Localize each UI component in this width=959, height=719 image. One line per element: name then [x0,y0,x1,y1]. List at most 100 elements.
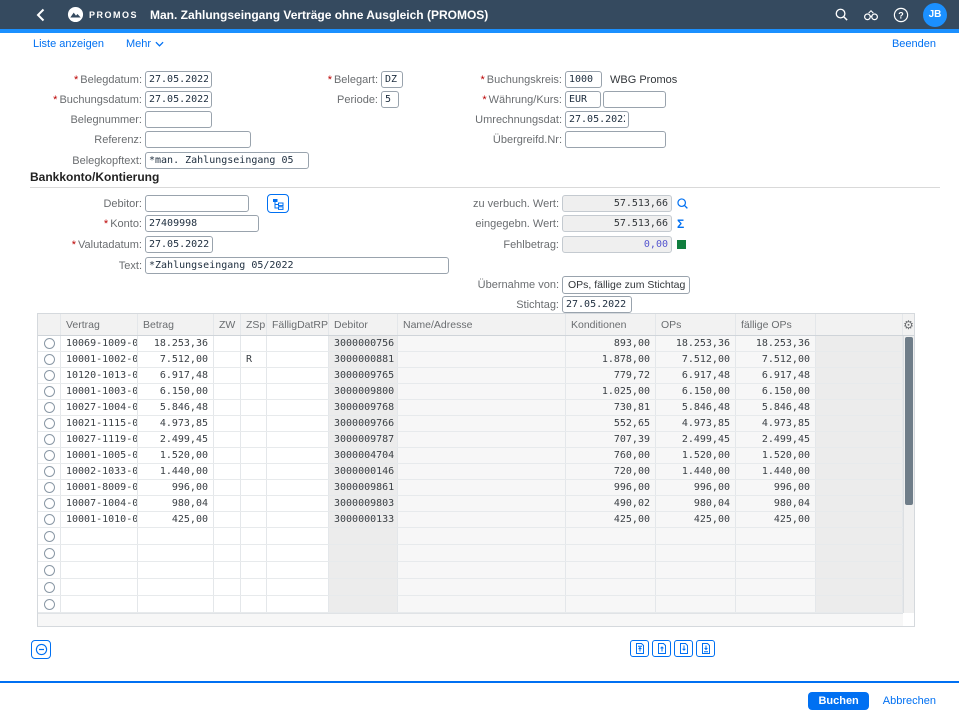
column-header-zw[interactable]: ZW [214,314,241,335]
account-assignment-button[interactable] [267,194,289,213]
search-icon[interactable] [834,7,849,22]
table-row[interactable] [38,596,903,613]
row-select-radio[interactable] [44,582,55,593]
page-up-button[interactable] [652,640,671,657]
liste-anzeigen-button[interactable]: Liste anzeigen [33,38,104,50]
table-row[interactable] [38,579,903,596]
cell-faellig [267,336,329,351]
row-select-radio[interactable] [44,418,55,429]
last-page-button[interactable] [696,640,715,657]
kurs-input[interactable] [603,91,666,108]
table-row[interactable]: 10002-1033-021.440,003000000146720,001.4… [38,464,903,480]
cell-faellige_ops [736,545,816,561]
page-first-icon [634,642,646,655]
row-select-radio[interactable] [44,531,55,542]
column-header-name-adresse[interactable]: Name/Adresse [398,314,566,335]
row-select-radio[interactable] [44,548,55,559]
table-row[interactable] [38,562,903,579]
text-input[interactable] [145,257,449,274]
row-select-radio[interactable] [44,466,55,477]
row-select-radio[interactable] [44,498,55,509]
remove-row-button[interactable] [31,640,51,659]
vertical-scrollbar[interactable] [903,336,914,613]
stichtag-input[interactable] [562,296,632,313]
belegkopftext-input[interactable] [145,152,309,169]
valutadatum-input[interactable] [145,236,213,253]
belegart-input[interactable] [381,71,403,88]
column-header-faellige-ops[interactable]: fällige OPs [736,314,816,335]
belegdatum-input[interactable] [145,71,212,88]
cell-zsp: R [241,352,267,367]
column-header-ops[interactable]: OPs [656,314,736,335]
table-row[interactable]: 10001-1010-02425,003000000133425,00425,0… [38,512,903,528]
konto-input[interactable] [145,215,259,232]
table-row[interactable]: 10001-8009-01996,003000009861996,00996,0… [38,480,903,496]
uebernahme-select[interactable]: OPs, fällige zum Stichtag [562,276,690,294]
waehrung-field: *Währung/Kurs: [450,91,666,108]
table-row[interactable]: 10001-1005-031.520,003000004704760,001.5… [38,448,903,464]
cell-name [398,480,566,495]
column-header-zsp[interactable]: ZSp [241,314,267,335]
table-row[interactable] [38,545,903,562]
periode-input[interactable] [381,91,399,108]
column-header-konditionen[interactable]: Konditionen [566,314,656,335]
value-search-icon[interactable] [676,197,689,210]
table-row[interactable]: 10120-1013-026.917,483000009765779,726.9… [38,368,903,384]
row-select-radio[interactable] [44,434,55,445]
row-select-radio[interactable] [44,338,55,349]
row-select-radio[interactable] [44,599,55,610]
column-header-debitor[interactable]: Debitor [329,314,398,335]
page-down-button[interactable] [674,640,693,657]
horizontal-scroll-strip[interactable] [38,613,903,626]
mehr-menu-button[interactable]: Mehr [126,38,164,50]
user-avatar[interactable]: JB [923,3,947,27]
waehrung-input[interactable] [565,91,601,108]
column-header-vertrag[interactable]: Vertrag [61,314,138,335]
table-row[interactable]: 10027-1004-025.846,483000009768730,815.8… [38,400,903,416]
table-row[interactable]: 10001-1002-047.512,00R30000008811.878,00… [38,352,903,368]
cell-zw [214,368,241,383]
umrechnungsdat-input[interactable] [565,111,629,128]
field-label: Buchungskreis: [487,74,562,86]
column-header-faelligdatrp[interactable]: FälligDatRP [267,314,329,335]
buchungskreis-input[interactable] [565,71,602,88]
scrollbar-thumb[interactable] [905,337,913,505]
table-settings-button[interactable]: ⚙ [903,314,914,335]
row-select-radio[interactable] [44,402,55,413]
text-field: Text: [30,257,449,274]
beenden-button[interactable]: Beenden [892,38,936,50]
section-divider [30,187,940,188]
back-button[interactable] [36,8,45,22]
belegnummer-input[interactable] [145,111,212,128]
table-row[interactable]: 10027-1119-022.499,453000009787707,392.4… [38,432,903,448]
cell-faellige_ops: 1.440,00 [736,464,816,479]
column-header-betrag[interactable]: Betrag [138,314,214,335]
binoculars-icon[interactable] [863,7,879,22]
row-select-radio[interactable] [44,482,55,493]
referenz-input[interactable] [145,131,251,148]
required-marker: * [481,74,485,86]
cell-vertrag [61,545,138,561]
sum-icon[interactable]: Σ [677,217,684,231]
table-row[interactable] [38,528,903,545]
buchen-button[interactable]: Buchen [808,692,868,710]
table-row[interactable]: 10021-1115-024.973,853000009766552,654.9… [38,416,903,432]
debitor-input[interactable] [145,195,249,212]
row-select-radio[interactable] [44,450,55,461]
table-row[interactable]: 10001-1003-046.150,0030000098001.025,006… [38,384,903,400]
table-row[interactable]: 10069-1009-0218.253,363000000756893,0018… [38,336,903,352]
buchungsdatum-input[interactable] [145,91,212,108]
row-select-radio[interactable] [44,514,55,525]
row-select-radio[interactable] [44,354,55,365]
row-select-radio[interactable] [44,386,55,397]
row-select-radio[interactable] [44,565,55,576]
table-row[interactable]: 10007-1004-03980,043000009803490,02980,0… [38,496,903,512]
cell-ops [656,579,736,595]
help-icon[interactable]: ? [893,7,909,23]
belegdatum-field: *Belegdatum: [30,71,212,88]
abbrechen-button[interactable]: Abbrechen [883,695,936,707]
promos-logo[interactable]: PROMOS [67,6,138,23]
uebergreifdnr-input[interactable] [565,131,666,148]
first-page-button[interactable] [630,640,649,657]
row-select-radio[interactable] [44,370,55,381]
